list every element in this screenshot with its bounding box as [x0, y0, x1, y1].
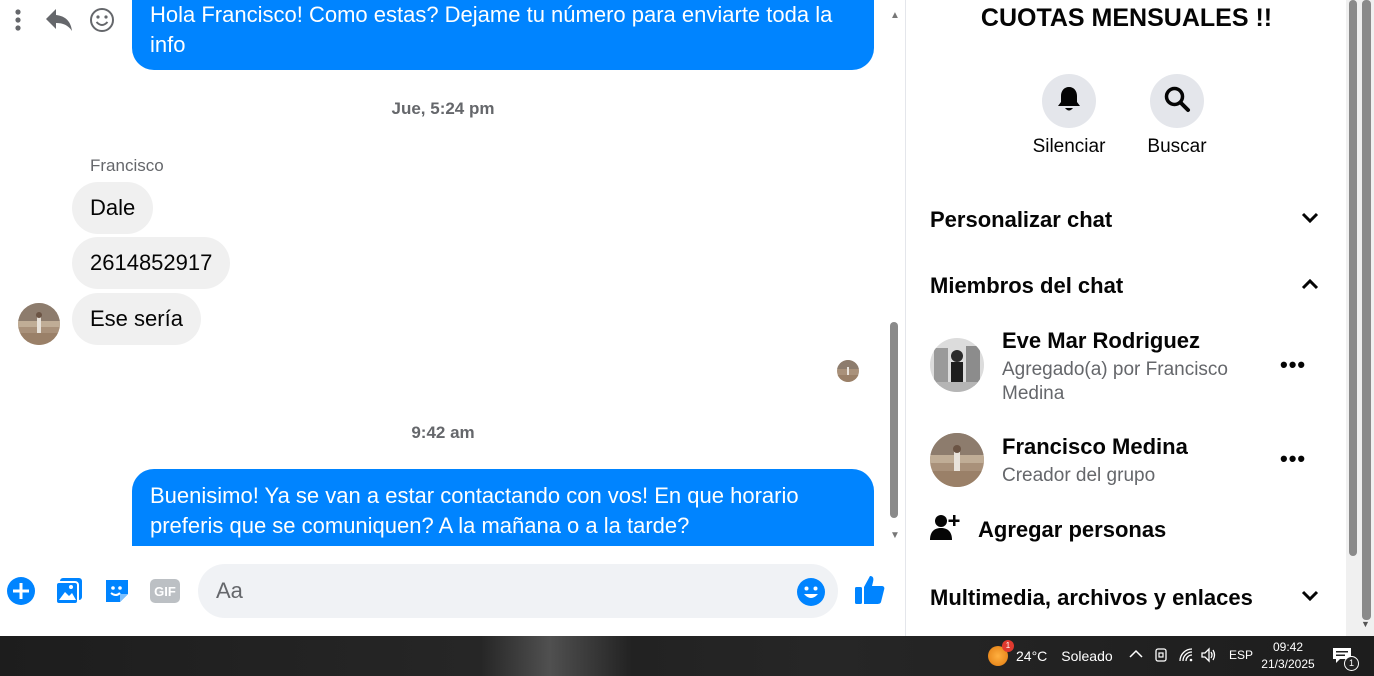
- group-title: CUOTAS MENSUALES !!: [980, 4, 1273, 32]
- chevron-down-icon: [1300, 589, 1320, 608]
- member-avatar: [930, 433, 984, 487]
- sticker-icon[interactable]: [101, 575, 133, 607]
- timestamp: Jue, 5:24 pm: [391, 99, 495, 118]
- member-subtitle: Creador del grupo: [1002, 465, 1156, 486]
- sender-name: Francisco: [90, 156, 164, 175]
- gif-icon[interactable]: GIF: [149, 575, 181, 607]
- show-hidden-icons-icon[interactable]: [1128, 646, 1144, 665]
- scroll-down-arrow-icon[interactable]: ▼: [890, 530, 900, 541]
- system-clock[interactable]: 09:42 21/3/2025: [1258, 639, 1318, 673]
- wifi-icon[interactable]: [1178, 647, 1194, 666]
- bell-icon: [1056, 85, 1082, 118]
- notification-badge: 1: [1002, 640, 1014, 652]
- add-people-button[interactable]: Agregar personas: [930, 512, 1166, 547]
- more-options-icon[interactable]: [6, 6, 30, 34]
- device-icon[interactable]: [1154, 647, 1168, 666]
- chevron-down-icon: [1300, 211, 1320, 230]
- add-people-label: Agregar personas: [978, 516, 1167, 542]
- search-icon: [1163, 85, 1191, 118]
- customize-chat-section[interactable]: Personalizar chat: [930, 200, 1320, 240]
- weather-description: Soleado: [1061, 648, 1113, 664]
- member-row[interactable]: Francisco Medina Creador del grupo •••: [930, 432, 1320, 496]
- section-title: Multimedia, archivos y enlaces: [930, 585, 1253, 610]
- search-label: Buscar: [1147, 136, 1207, 157]
- panel-scrollbar-thumb[interactable]: [1349, 0, 1357, 556]
- mute-label: Silenciar: [1032, 136, 1106, 157]
- volume-icon[interactable]: [1200, 647, 1218, 666]
- search-button[interactable]: [1150, 74, 1204, 128]
- weather-widget[interactable]: 1 24°C Soleado: [988, 640, 1113, 666]
- message-input[interactable]: [198, 564, 838, 618]
- member-name: Francisco Medina: [1002, 434, 1188, 459]
- clock-date: 21/3/2025: [1261, 657, 1315, 671]
- scroll-down-arrow-icon[interactable]: ▼: [1361, 619, 1370, 629]
- media-files-links-section[interactable]: Multimedia, archivos y enlaces: [930, 578, 1320, 618]
- timestamp: 9:42 am: [411, 423, 475, 442]
- incoming-message[interactable]: Ese sería: [72, 293, 201, 345]
- outgoing-message[interactable]: Buenisimo! Ya se van a estar contactando…: [132, 469, 874, 546]
- page-scrollbar[interactable]: ▼: [1346, 0, 1374, 636]
- chat-thread: Hola Francisco! Como estas? Dejame tu nú…: [0, 0, 886, 546]
- section-title: Personalizar chat: [930, 207, 1113, 232]
- message-actions: [6, 6, 116, 34]
- chat-members-section[interactable]: Miembros del chat: [930, 266, 1320, 306]
- action-center-count: 1: [1344, 656, 1359, 671]
- mute-button[interactable]: [1042, 74, 1096, 128]
- weather-temperature: 24°C: [1016, 648, 1048, 664]
- reply-icon[interactable]: [44, 6, 74, 34]
- gallery-icon[interactable]: [53, 575, 85, 607]
- react-emoji-icon[interactable]: [88, 6, 116, 34]
- member-name: Eve Mar Rodriguez: [1002, 328, 1201, 353]
- chat-scrollbar[interactable]: ▲ ▼: [886, 8, 904, 546]
- message-composer: GIF: [0, 548, 904, 636]
- sender-avatar[interactable]: [18, 303, 60, 345]
- member-more-options-icon[interactable]: •••: [1280, 352, 1306, 378]
- scroll-up-arrow-icon[interactable]: ▲: [890, 10, 900, 21]
- member-more-options-icon[interactable]: •••: [1280, 446, 1306, 472]
- emoji-icon[interactable]: [795, 576, 827, 608]
- chevron-up-icon: [1300, 277, 1320, 296]
- svg-text:GIF: GIF: [154, 584, 176, 599]
- like-icon[interactable]: [854, 574, 886, 606]
- clock-time: 09:42: [1272, 640, 1304, 654]
- windows-taskbar: 1 24°C Soleado ESP 09:42 21/3/2025 1: [0, 636, 1374, 676]
- page-scrollbar-thumb[interactable]: [1362, 0, 1371, 620]
- plus-icon[interactable]: [5, 575, 37, 607]
- member-avatar: [930, 338, 984, 392]
- input-language[interactable]: ESP: [1229, 648, 1253, 662]
- member-subtitle: Agregado(a) por Francisco Medina: [1002, 359, 1228, 404]
- outgoing-message[interactable]: Hola Francisco! Como estas? Dejame tu nú…: [132, 0, 874, 70]
- section-title: Miembros del chat: [930, 273, 1124, 298]
- chat-info-panel: CUOTAS MENSUALES !! Silenciar Buscar Per…: [905, 0, 1347, 636]
- incoming-message[interactable]: 2614852917: [72, 237, 231, 289]
- sun-icon: 1: [988, 640, 1014, 666]
- member-row[interactable]: Eve Mar Rodriguez Agregado(a) por Franci…: [930, 326, 1320, 406]
- scrollbar-thumb[interactable]: [890, 322, 898, 518]
- add-person-icon: [930, 512, 960, 547]
- incoming-message[interactable]: Dale: [72, 182, 154, 234]
- read-receipt-avatar: [837, 360, 859, 382]
